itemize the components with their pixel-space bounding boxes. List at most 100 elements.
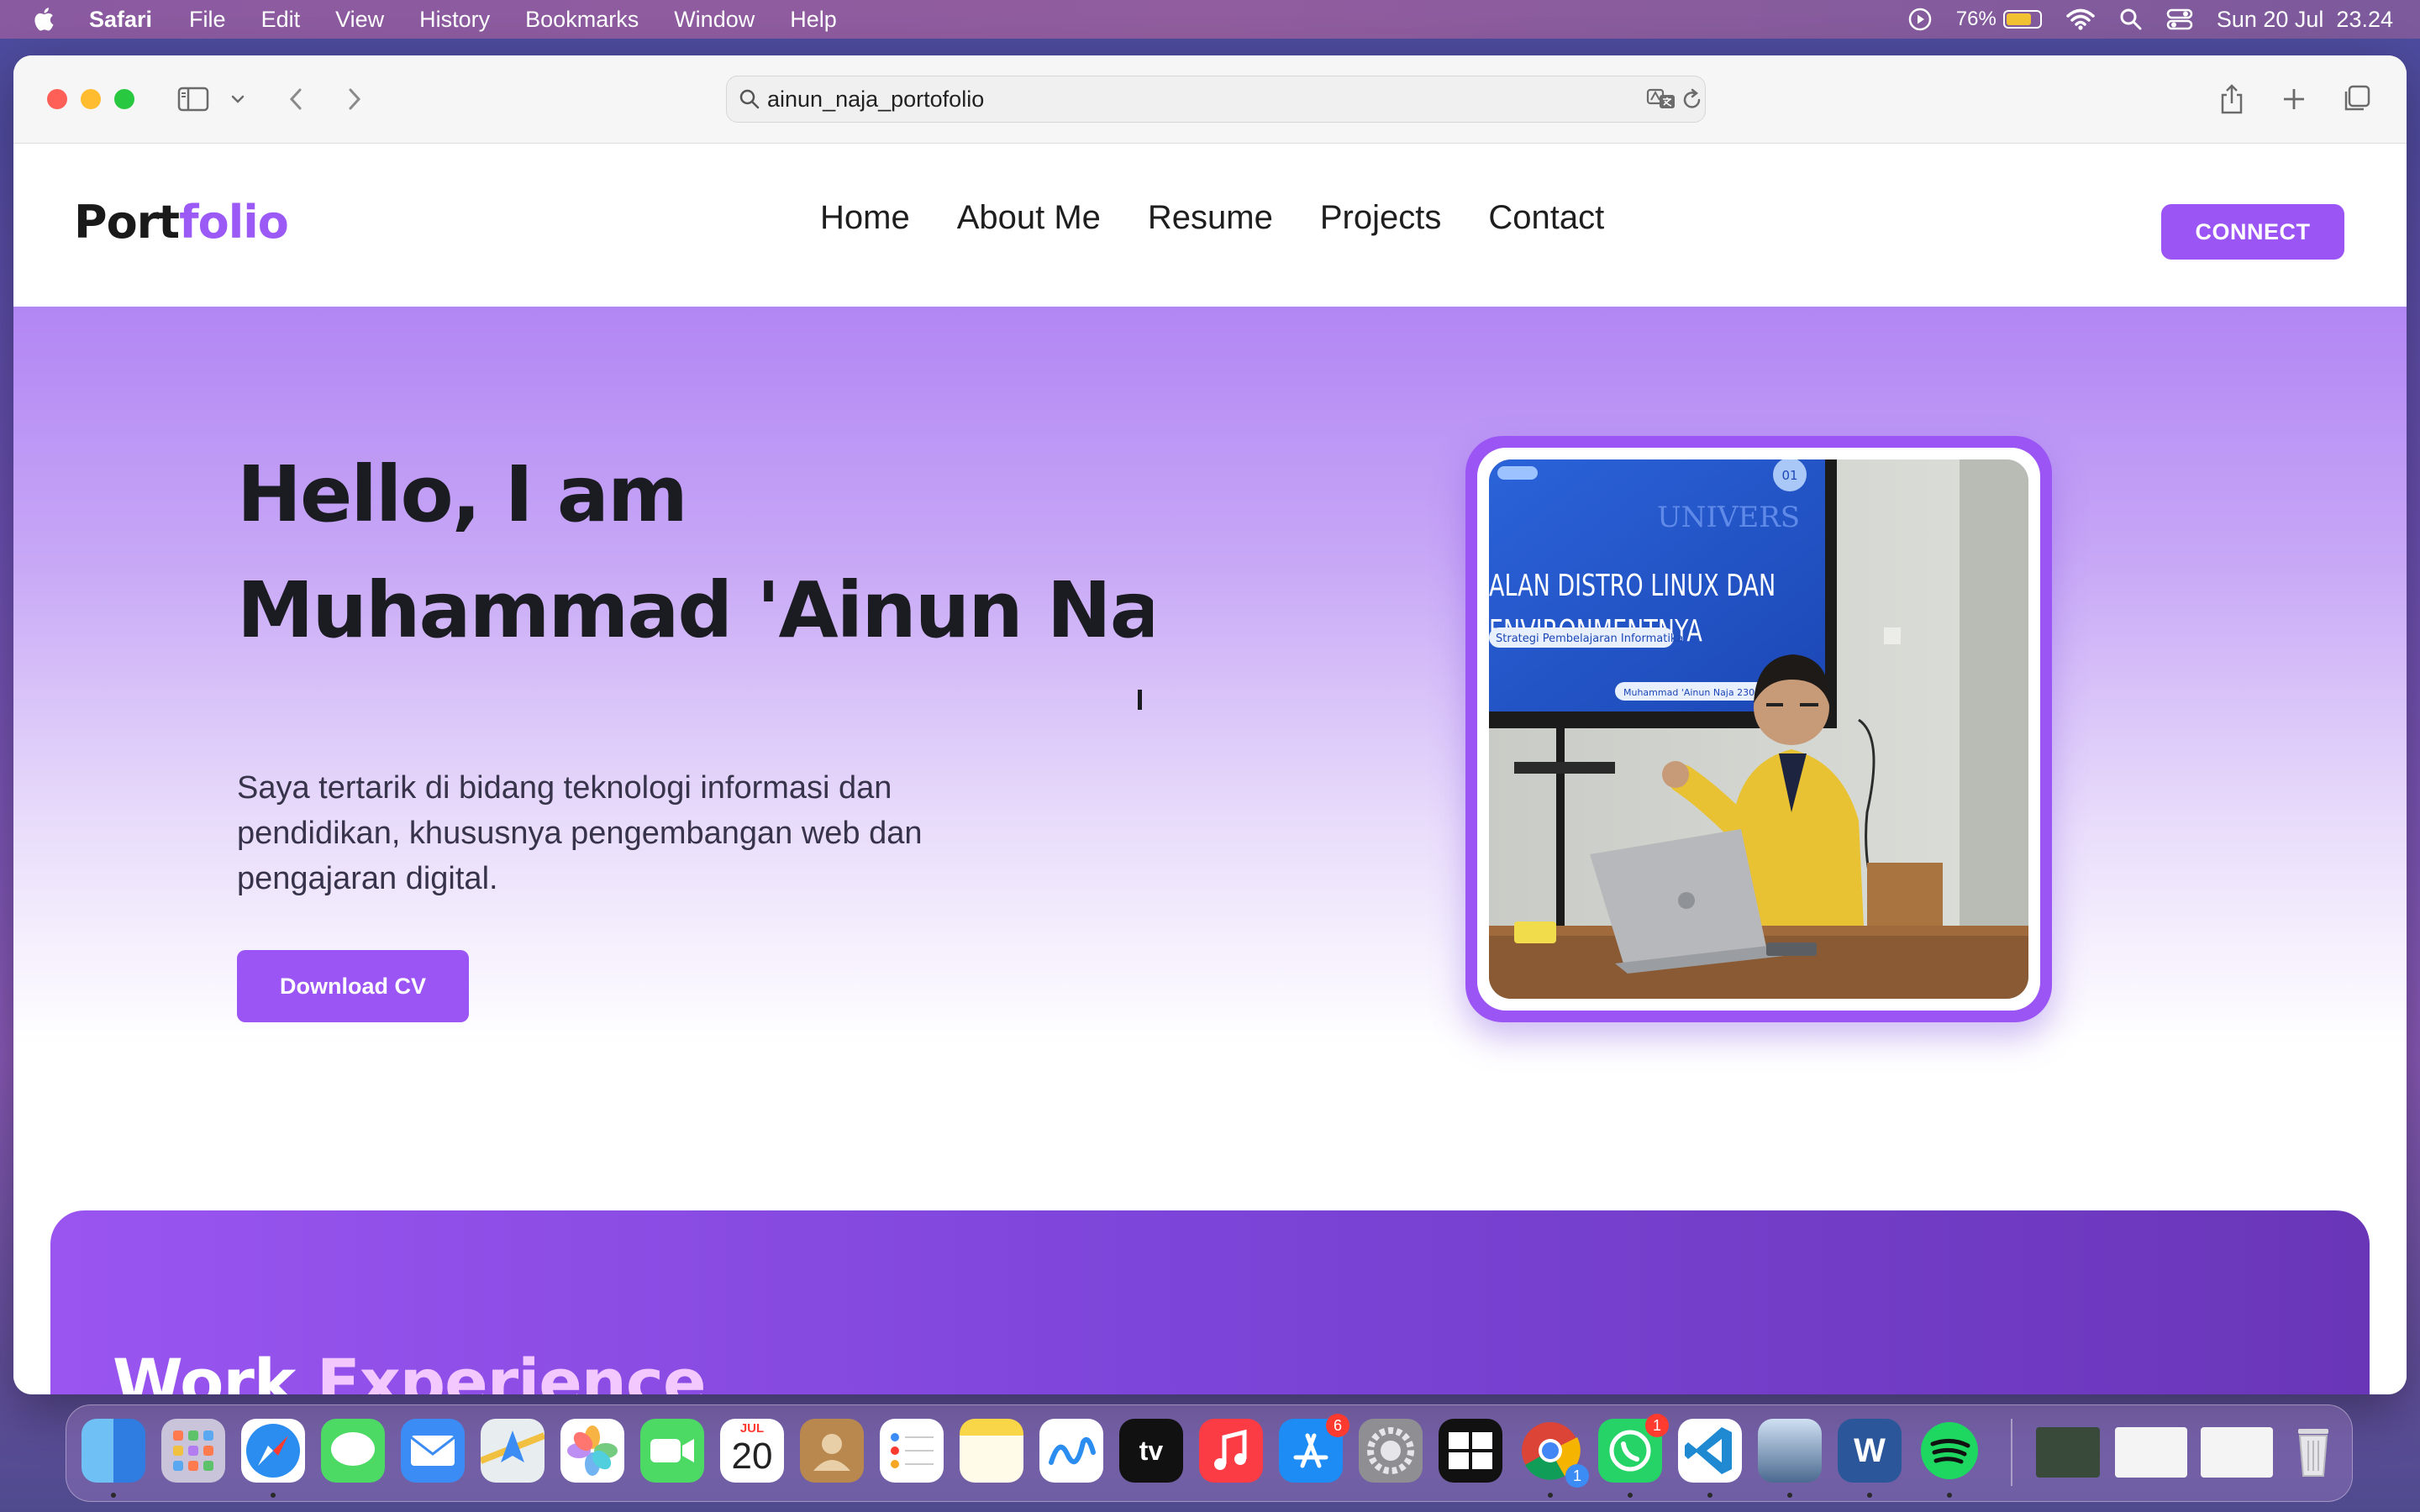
nav-projects[interactable]: Projects bbox=[1320, 199, 1442, 237]
calendar-day: 20 bbox=[731, 1436, 773, 1477]
dock-appletv-icon[interactable]: tv bbox=[1119, 1419, 1183, 1483]
appstore-badge: 6 bbox=[1326, 1414, 1349, 1437]
envelope-icon bbox=[410, 1436, 455, 1466]
dock-notes-icon[interactable] bbox=[960, 1419, 1023, 1483]
zoom-window-button[interactable] bbox=[114, 89, 134, 109]
dock-whatsapp-icon[interactable]: 1 bbox=[1598, 1414, 1669, 1483]
share-button[interactable] bbox=[2213, 81, 2250, 118]
scribble-icon bbox=[1049, 1437, 1096, 1465]
logo-part-1: Port bbox=[74, 196, 180, 249]
battery-status[interactable]: 76% bbox=[1956, 8, 2042, 31]
back-button[interactable] bbox=[277, 81, 314, 118]
dock-launchpad-icon[interactable] bbox=[161, 1419, 225, 1483]
new-tab-button[interactable] bbox=[2275, 81, 2312, 118]
sidebar-toggle-button[interactable] bbox=[175, 81, 212, 118]
menu-edit[interactable]: Edit bbox=[261, 7, 301, 33]
dock-finder-icon[interactable] bbox=[82, 1419, 145, 1483]
reload-icon[interactable] bbox=[1681, 88, 1703, 112]
dock-freeform-icon[interactable] bbox=[1039, 1419, 1103, 1483]
tab-overview-button[interactable] bbox=[2338, 81, 2375, 118]
spotify-icon bbox=[1921, 1422, 1978, 1479]
dock-spotify-icon[interactable] bbox=[1918, 1419, 1981, 1483]
dock-vscode-icon[interactable] bbox=[1678, 1419, 1742, 1483]
menu-window[interactable]: Window bbox=[674, 7, 755, 33]
dock-photos-icon[interactable] bbox=[560, 1419, 624, 1483]
word-label: W bbox=[1854, 1432, 1886, 1469]
slide-name: Muhammad 'Ainun Naja 2303 bbox=[1623, 687, 1760, 698]
dock-minimized-window-3[interactable] bbox=[2201, 1427, 2273, 1478]
menu-history[interactable]: History bbox=[419, 7, 490, 33]
translate-icon[interactable] bbox=[1646, 87, 1676, 112]
dock-divider bbox=[2011, 1419, 2012, 1486]
tab-group-menu-button[interactable] bbox=[225, 81, 250, 118]
dock-chrome-icon[interactable]: 1 bbox=[1518, 1419, 1589, 1488]
menu-bookmarks[interactable]: Bookmarks bbox=[525, 7, 639, 33]
dock-facetime-icon[interactable] bbox=[640, 1419, 704, 1483]
sidebar-icon bbox=[177, 87, 209, 112]
windows-icon bbox=[1449, 1432, 1492, 1469]
dock-maps-icon[interactable] bbox=[479, 1419, 546, 1483]
typing-cursor bbox=[1138, 690, 1142, 710]
dock-system-settings-icon[interactable] bbox=[1359, 1419, 1423, 1483]
apple-icon[interactable] bbox=[32, 6, 59, 33]
profile-photo: UNIVERS 01 ALAN DISTRO LINUX DAN ENVIRON… bbox=[1489, 459, 2028, 999]
address-text: ainun_naja_portofolio bbox=[767, 87, 985, 112]
menu-help[interactable]: Help bbox=[790, 7, 837, 33]
music-note-icon bbox=[1214, 1429, 1247, 1470]
dock-reminders-icon[interactable] bbox=[880, 1419, 944, 1483]
nav-home[interactable]: Home bbox=[820, 199, 910, 237]
web-page: Portfolio Home About Me Resume Projects … bbox=[13, 144, 2407, 1394]
menu-file[interactable]: File bbox=[189, 7, 226, 33]
work-title-part-1: Work bbox=[113, 1345, 296, 1394]
nav-contact[interactable]: Contact bbox=[1488, 199, 1604, 237]
dock-word-icon[interactable]: W bbox=[1838, 1419, 1902, 1483]
control-center-icon[interactable] bbox=[2166, 8, 2193, 31]
site-logo[interactable]: Portfolio bbox=[74, 196, 289, 249]
dock-music-icon[interactable] bbox=[1199, 1419, 1263, 1483]
menu-bar: Safari File Edit View History Bookmarks … bbox=[0, 0, 2420, 39]
dock-calendar-icon[interactable]: JUL 20 bbox=[720, 1419, 784, 1483]
menu-app-name[interactable]: Safari bbox=[89, 7, 152, 33]
menu-clock[interactable]: Sun 20 Jul 23.24 bbox=[2217, 7, 2393, 33]
checklist-icon bbox=[891, 1433, 934, 1468]
dock-messages-icon[interactable] bbox=[321, 1419, 385, 1483]
map-icon bbox=[479, 1431, 546, 1464]
browser-toolbar: ainun_naja_portofolio bbox=[13, 55, 2407, 144]
hero-greeting: Hello, I am bbox=[237, 449, 688, 539]
address-bar[interactable]: ainun_naja_portofolio bbox=[726, 76, 1706, 123]
nav-resume[interactable]: Resume bbox=[1148, 199, 1273, 237]
video-camera-icon bbox=[650, 1439, 694, 1462]
wifi-icon[interactable] bbox=[2065, 8, 2096, 31]
dock-appstore-icon[interactable]: 6 bbox=[1279, 1414, 1349, 1483]
nav-about-me[interactable]: About Me bbox=[957, 199, 1101, 237]
logo-part-2: folio bbox=[179, 196, 289, 249]
spotlight-search-icon[interactable] bbox=[2119, 8, 2143, 31]
battery-percent: 76% bbox=[1955, 8, 1996, 30]
chrome-profile-badge: 1 bbox=[1565, 1464, 1589, 1488]
dock-minimized-window-1[interactable] bbox=[2036, 1427, 2100, 1478]
vscode-icon bbox=[1685, 1427, 1732, 1474]
dock-mail-icon[interactable] bbox=[401, 1419, 465, 1483]
download-cv-button[interactable]: Download CV bbox=[237, 950, 469, 1022]
dock-preview-icon[interactable] bbox=[1758, 1419, 1822, 1483]
dock-contacts-icon[interactable] bbox=[800, 1419, 864, 1483]
minimize-window-button[interactable] bbox=[81, 89, 101, 109]
trash-icon bbox=[2298, 1429, 2328, 1477]
menu-view[interactable]: View bbox=[335, 7, 384, 33]
dock-screen-mirror-icon[interactable] bbox=[1439, 1419, 1502, 1483]
connect-button[interactable]: CONNECT bbox=[2161, 204, 2344, 260]
forward-button[interactable] bbox=[336, 81, 373, 118]
dock-minimized-window-2[interactable] bbox=[2115, 1427, 2187, 1478]
site-header: Portfolio Home About Me Resume Projects … bbox=[13, 144, 2407, 307]
chevron-down-icon bbox=[231, 95, 245, 103]
close-window-button[interactable] bbox=[47, 89, 67, 109]
compass-icon bbox=[246, 1424, 300, 1478]
slide-subtitle: Strategi Pembelajaran Informatika bbox=[1496, 633, 1683, 645]
play-circle-icon[interactable] bbox=[1907, 7, 1933, 32]
dock-safari-icon[interactable] bbox=[241, 1419, 305, 1483]
calendar-month: JUL bbox=[739, 1421, 765, 1436]
work-experience-title: Work Experience bbox=[113, 1345, 706, 1394]
slide-title-1: ALAN DISTRO LINUX DAN bbox=[1489, 567, 1776, 603]
dock-trash-icon[interactable] bbox=[2281, 1419, 2345, 1483]
person-icon bbox=[813, 1434, 850, 1471]
